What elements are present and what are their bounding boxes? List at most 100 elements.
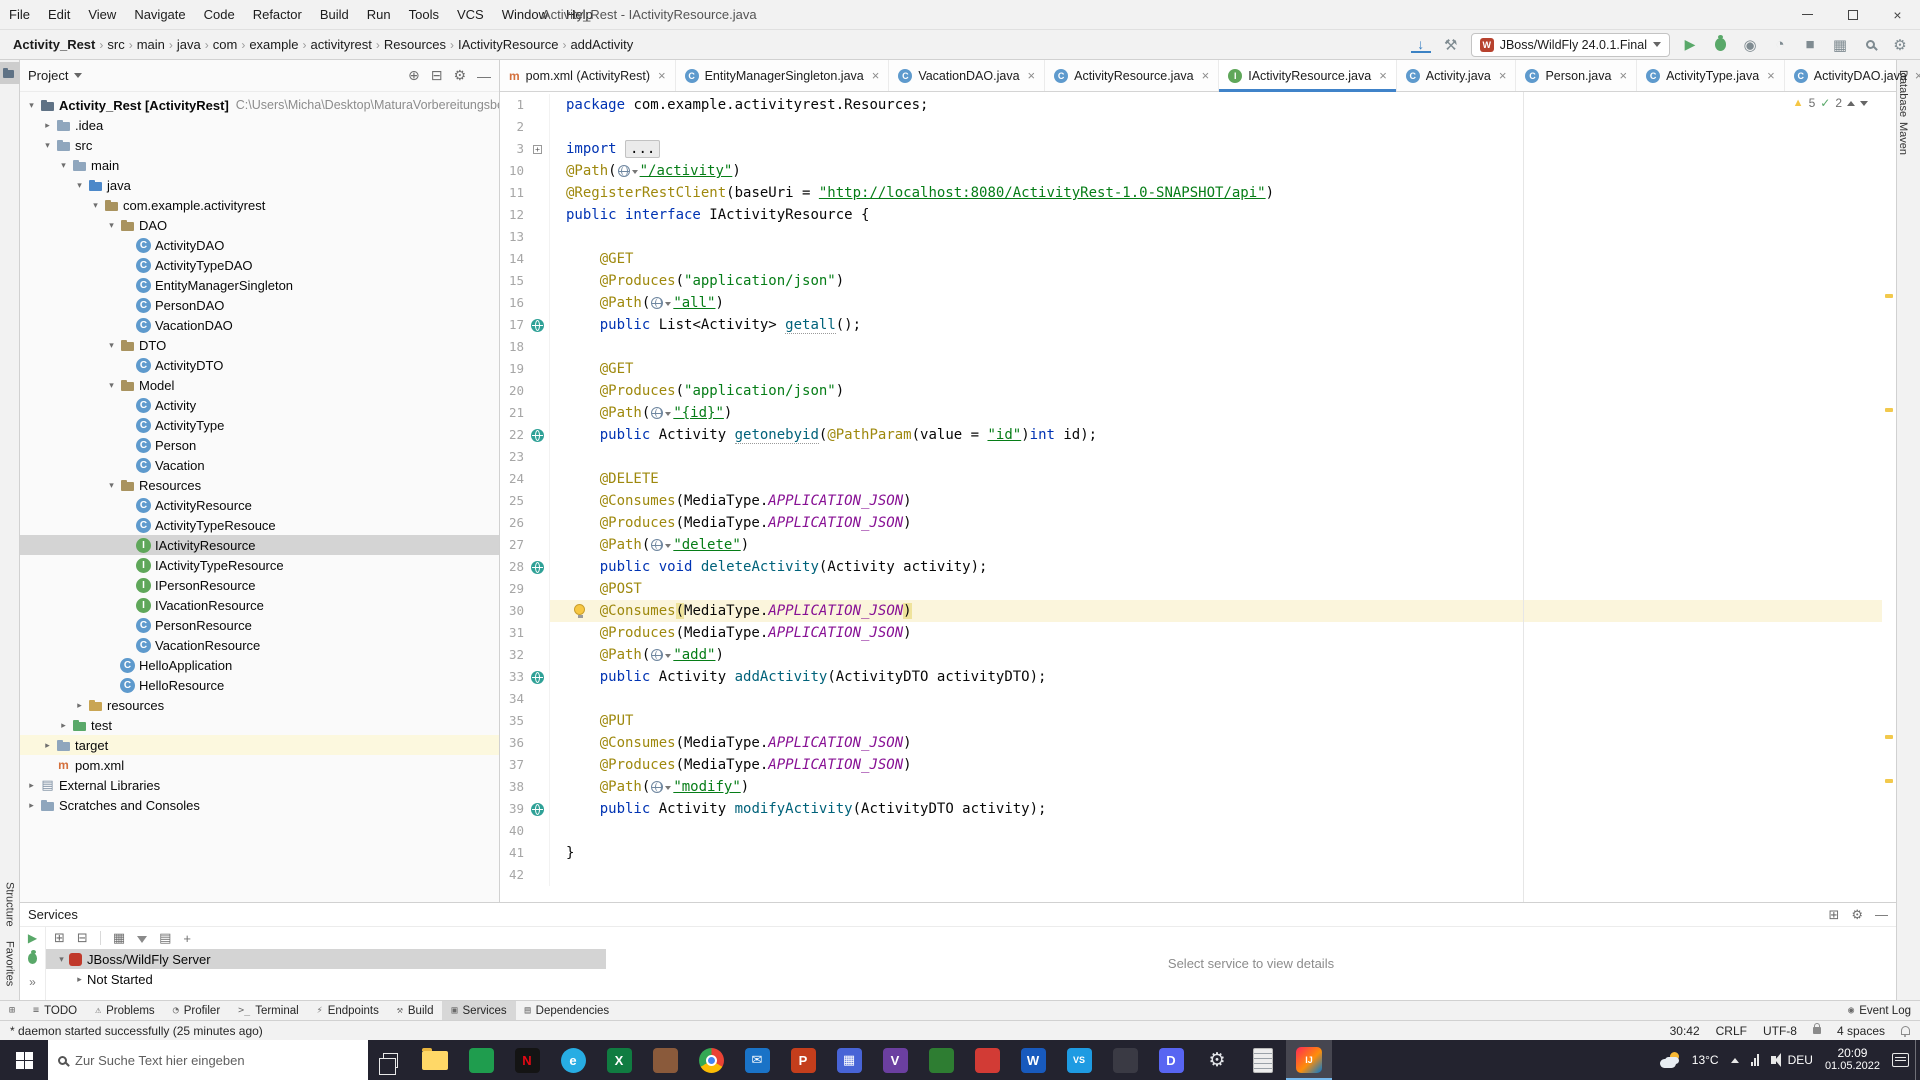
tree-row[interactable]: ▾ Activity_Rest [ActivityRest] C:\Users\Mi… bbox=[20, 95, 499, 115]
indent-setting[interactable]: 4 spaces bbox=[1837, 1024, 1885, 1038]
stripe-label-maven[interactable]: Maven bbox=[1897, 122, 1909, 155]
tool-tab-todo[interactable]: ≡ TODO bbox=[24, 1001, 86, 1020]
locate-file-icon[interactable]: ⊕ bbox=[408, 67, 420, 84]
project-tool-button[interactable] bbox=[0, 62, 20, 84]
stripe-label-favorites[interactable]: Favorites bbox=[4, 941, 16, 986]
prev-issue-icon[interactable] bbox=[1847, 100, 1855, 106]
taskbar-app-word[interactable]: W bbox=[1010, 1040, 1056, 1080]
menu-file[interactable]: File bbox=[0, 0, 39, 30]
warning-stripe-mark[interactable] bbox=[1885, 408, 1893, 412]
tree-row[interactable]: C Activity bbox=[20, 395, 499, 415]
tree-row[interactable]: C PersonDAO bbox=[20, 295, 499, 315]
tree-chevron-icon[interactable]: ▾ bbox=[54, 954, 69, 965]
taskbar-app-intellij[interactable]: IJ bbox=[1286, 1040, 1332, 1080]
tree-chevron-icon[interactable]: ▾ bbox=[88, 200, 103, 211]
taskbar-app-red-app[interactable] bbox=[964, 1040, 1010, 1080]
tree-chevron-icon[interactable]: ▸ bbox=[72, 700, 87, 711]
taskbar-app-excel[interactable]: X bbox=[596, 1040, 642, 1080]
tree-row[interactable]: ▸ test bbox=[20, 715, 499, 735]
tree-row[interactable]: ▾ java bbox=[20, 175, 499, 195]
taskbar-app-file-explorer[interactable] bbox=[412, 1040, 458, 1080]
editor-tab[interactable]: C VacationDAO.java × bbox=[889, 60, 1046, 91]
stop-icon[interactable]: ■ bbox=[1800, 35, 1820, 55]
tree-row[interactable]: C ActivityTypeDAO bbox=[20, 255, 499, 275]
clock[interactable]: 20:09 01.05.2022 bbox=[1825, 1047, 1880, 1073]
tool-tab-services[interactable]: ▣ Services bbox=[442, 1001, 516, 1020]
tree-chevron-icon[interactable]: ▾ bbox=[104, 380, 119, 391]
tree-row[interactable]: ▸ target bbox=[20, 735, 499, 755]
expand-all-icon[interactable]: ⊞ bbox=[54, 930, 65, 946]
taskbar-app-discord[interactable]: D bbox=[1148, 1040, 1194, 1080]
service-row[interactable]: ▾ JBoss/WildFly Server bbox=[46, 949, 606, 969]
menu-vcs[interactable]: VCS bbox=[448, 0, 493, 30]
layout-icon[interactable]: ▦ bbox=[1830, 35, 1850, 55]
code-editor[interactable]: 1 package com.example.activityrest.Resour… bbox=[500, 92, 1896, 902]
tree-chevron-icon[interactable]: ▸ bbox=[40, 120, 55, 131]
breadcrumb-item[interactable]: example bbox=[246, 37, 301, 52]
run-service-icon[interactable]: ▶ bbox=[28, 931, 37, 945]
tree-row[interactable]: ▸ Scratches and Consoles bbox=[20, 795, 499, 815]
tab-close-icon[interactable]: × bbox=[1619, 68, 1627, 83]
tree-row[interactable]: C Vacation bbox=[20, 455, 499, 475]
tree-row[interactable]: ▾ DTO bbox=[20, 335, 499, 355]
breadcrumb-item[interactable]: Resources bbox=[381, 37, 449, 52]
tree-row[interactable]: C ActivityDAO bbox=[20, 235, 499, 255]
editor-tab[interactable]: I IActivityResource.java × bbox=[1219, 60, 1397, 92]
tree-row[interactable]: ▾ com.example.activityrest bbox=[20, 195, 499, 215]
breadcrumb-item[interactable]: com bbox=[210, 37, 241, 52]
editor-tab[interactable]: C Activity.java × bbox=[1397, 60, 1517, 91]
tree-chevron-icon[interactable]: ▸ bbox=[72, 974, 87, 985]
breadcrumb-item[interactable]: Activity_Rest bbox=[10, 37, 98, 52]
tool-tab-event-log[interactable]: ◉ Event Log bbox=[1839, 1005, 1920, 1017]
tab-close-icon[interactable]: × bbox=[1379, 68, 1387, 83]
tool-tab-terminal[interactable]: >_ Terminal bbox=[229, 1001, 308, 1020]
taskbar-app-powerpoint[interactable]: P bbox=[780, 1040, 826, 1080]
task-view-button[interactable] bbox=[368, 1040, 412, 1080]
intention-bulb-icon[interactable] bbox=[574, 604, 585, 618]
tree-chevron-icon[interactable]: ▾ bbox=[40, 140, 55, 151]
taskbar-app-chrome[interactable] bbox=[688, 1040, 734, 1080]
tree-chevron-icon[interactable]: ▾ bbox=[104, 340, 119, 351]
tab-close-icon[interactable]: × bbox=[1499, 68, 1507, 83]
tree-row[interactable]: C VacationDAO bbox=[20, 315, 499, 335]
menu-build[interactable]: Build bbox=[311, 0, 358, 30]
add-service-icon[interactable]: + bbox=[183, 931, 191, 946]
tree-chevron-icon[interactable]: ▸ bbox=[40, 740, 55, 751]
tree-row[interactable]: I IVacationResource bbox=[20, 595, 499, 615]
warning-stripe-mark[interactable] bbox=[1885, 735, 1893, 739]
tree-row[interactable]: ▾ Resources bbox=[20, 475, 499, 495]
line-separator[interactable]: CRLF bbox=[1716, 1024, 1747, 1038]
build-hammer-icon[interactable]: ⚒ bbox=[1441, 35, 1461, 55]
tool-tab-endpoints[interactable]: ⚡ Endpoints bbox=[308, 1001, 388, 1020]
view-options-icon[interactable]: ▤ bbox=[159, 930, 171, 946]
editor-tab[interactable]: C ActivityResource.java × bbox=[1045, 60, 1220, 91]
menu-view[interactable]: View bbox=[79, 0, 125, 30]
taskbar-app-vscode[interactable]: VS bbox=[1056, 1040, 1102, 1080]
tree-row[interactable]: ▾ main bbox=[20, 155, 499, 175]
taskbar-app-dark-app[interactable] bbox=[1102, 1040, 1148, 1080]
collapse-all-icon[interactable]: ⊟ bbox=[431, 67, 443, 84]
hide-panel-icon[interactable]: — bbox=[1875, 907, 1888, 922]
tab-close-icon[interactable]: × bbox=[1202, 68, 1210, 83]
settings-gear-icon[interactable]: ⚙ bbox=[453, 67, 466, 84]
menu-navigate[interactable]: Navigate bbox=[125, 0, 194, 30]
tree-row[interactable]: C ActivityType bbox=[20, 415, 499, 435]
run-button[interactable]: ▶ bbox=[1680, 35, 1700, 55]
caret-position[interactable]: 30:42 bbox=[1670, 1024, 1700, 1038]
hide-panel-icon[interactable]: — bbox=[477, 68, 491, 84]
tree-row[interactable]: ▾ src bbox=[20, 135, 499, 155]
float-window-icon[interactable]: ⊞ bbox=[1828, 907, 1839, 923]
taskbar-app-leaf-app[interactable] bbox=[918, 1040, 964, 1080]
endpoint-globe-icon[interactable] bbox=[531, 802, 544, 816]
tree-chevron-icon[interactable]: ▾ bbox=[72, 180, 87, 191]
tree-row[interactable]: C PersonResource bbox=[20, 615, 499, 635]
tree-row[interactable]: C EntityManagerSingleton bbox=[20, 275, 499, 295]
tree-row[interactable]: I IPersonResource bbox=[20, 575, 499, 595]
taskbar-app-green-app[interactable] bbox=[458, 1040, 504, 1080]
tree-row[interactable]: ▾ Model bbox=[20, 375, 499, 395]
show-desktop-button[interactable] bbox=[1915, 1040, 1920, 1080]
endpoint-globe-icon[interactable] bbox=[531, 670, 544, 684]
tool-tab-build[interactable]: ⚒ Build bbox=[388, 1001, 443, 1020]
tool-tab-profiler[interactable]: ◔ Profiler bbox=[164, 1001, 229, 1020]
tree-row[interactable]: C ActivityTypeResouce bbox=[20, 515, 499, 535]
